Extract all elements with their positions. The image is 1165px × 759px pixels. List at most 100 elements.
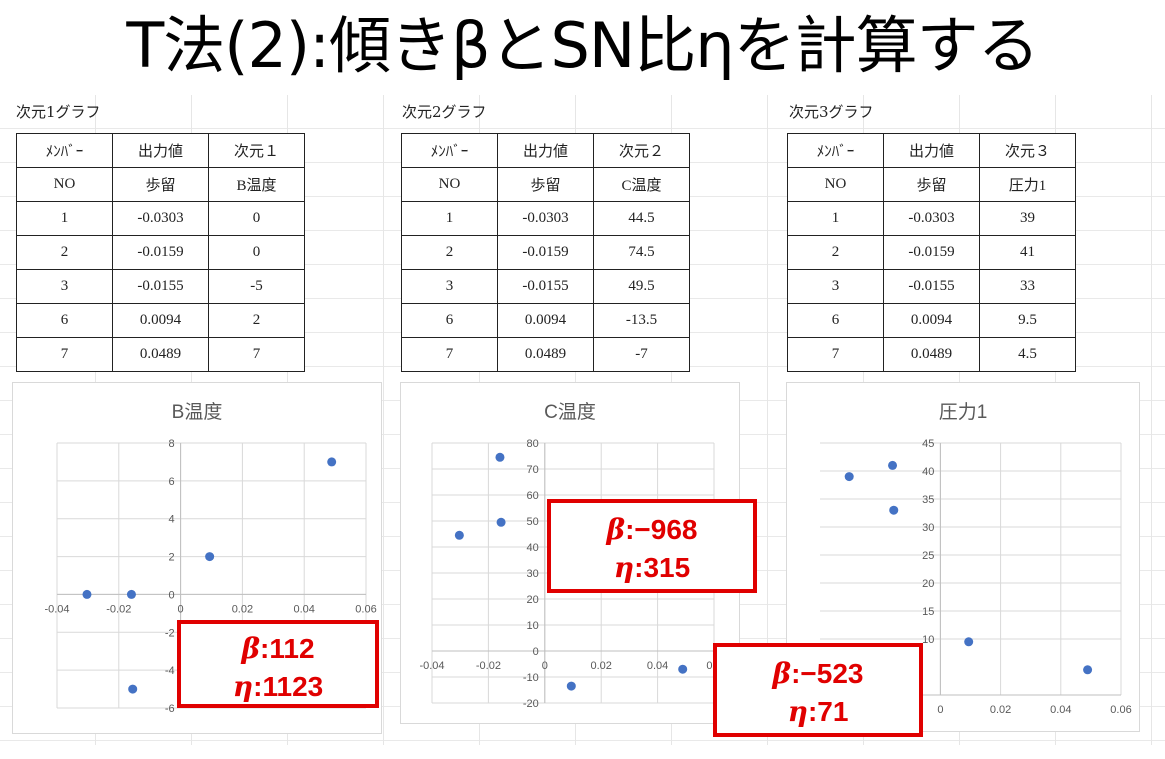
table-caption-dim3: 次元3グラフ	[789, 103, 874, 121]
table-cell[interactable]: 9.5	[979, 303, 1076, 338]
table-cell[interactable]: 出力値	[497, 133, 594, 168]
table-cell[interactable]: 74.5	[593, 235, 690, 270]
x-tick-label: 0.02	[590, 660, 611, 672]
table-row: 3 -0.0155 -5	[16, 269, 305, 304]
table-cell[interactable]: -0.0303	[883, 201, 980, 236]
table-cell[interactable]: 44.5	[593, 201, 690, 236]
table-cell[interactable]: 1	[401, 201, 498, 236]
y-tick-label: 15	[922, 606, 934, 618]
table-header-row: NO 歩留 B温度	[16, 167, 305, 202]
table-cell[interactable]: -0.0159	[112, 235, 209, 270]
table-cell[interactable]: 0.0489	[497, 337, 594, 372]
data-point	[678, 664, 688, 674]
table-cell[interactable]: -5	[208, 269, 305, 304]
table-cell[interactable]: -0.0155	[883, 269, 980, 304]
page-title: T法(2):傾きβとSN比ηを計算する	[126, 9, 1039, 82]
table-cell[interactable]: ﾒﾝﾊﾞｰ	[16, 133, 113, 168]
table-caption-dim1: 次元1グラフ	[16, 103, 101, 121]
table-cell[interactable]: 圧力1	[979, 167, 1076, 202]
table-cell[interactable]: -0.0155	[497, 269, 594, 304]
table-cell[interactable]: 0.0489	[883, 337, 980, 372]
table-cell[interactable]: 7	[208, 337, 305, 372]
table-cell[interactable]: 2	[787, 235, 884, 270]
table-cell[interactable]: 歩留	[497, 167, 594, 202]
table-cell[interactable]: 39	[979, 201, 1076, 236]
table-cell[interactable]: 0.0094	[883, 303, 980, 338]
table-cell[interactable]: 歩留	[883, 167, 980, 202]
table-cell[interactable]: -0.0303	[112, 201, 209, 236]
table-cell[interactable]: 0.0489	[112, 337, 209, 372]
table-cell[interactable]: 出力値	[112, 133, 209, 168]
table-cell[interactable]: 0	[208, 201, 305, 236]
table-cell[interactable]: -0.0159	[883, 235, 980, 270]
data-table-dim3: ﾒﾝﾊﾞｰ 出力値 次元３ NO 歩留 圧力1 1 -0.0303 39 2 -0.0…	[787, 133, 1076, 372]
table-row: 1 -0.0303 39	[787, 201, 1076, 236]
y-tick-label: 6	[168, 476, 174, 488]
table-cell[interactable]: 6	[787, 303, 884, 338]
table-cell[interactable]: C温度	[593, 167, 690, 202]
table-cell[interactable]: 33	[979, 269, 1076, 304]
beta-symbol: β	[772, 657, 792, 690]
table-row: 1 -0.0303 0	[16, 201, 305, 236]
y-tick-label: 10	[527, 620, 539, 632]
table-cell[interactable]: 次元２	[593, 133, 690, 168]
table-cell[interactable]: ﾒﾝﾊﾞｰ	[787, 133, 884, 168]
table-cell[interactable]: 0.0094	[497, 303, 594, 338]
table-cell[interactable]: -13.5	[593, 303, 690, 338]
table-cell[interactable]: 1	[16, 201, 113, 236]
table-cell[interactable]: B温度	[208, 167, 305, 202]
table-cell[interactable]: 7	[787, 337, 884, 372]
eta-value: :71	[807, 696, 849, 727]
table-row: 6 0.0094 -13.5	[401, 303, 690, 338]
data-point	[566, 681, 576, 691]
table-cell[interactable]: 4.5	[979, 337, 1076, 372]
table-cell[interactable]: -0.0303	[497, 201, 594, 236]
table-cell[interactable]: 2	[401, 235, 498, 270]
table-row: 3 -0.0155 33	[787, 269, 1076, 304]
table-cell[interactable]: 0.0094	[112, 303, 209, 338]
table-cell[interactable]: NO	[16, 167, 113, 202]
table-cell[interactable]: 3	[16, 269, 113, 304]
table-cell[interactable]: 41	[979, 235, 1076, 270]
table-cell[interactable]: 2	[208, 303, 305, 338]
table-cell[interactable]: 1	[787, 201, 884, 236]
table-cell[interactable]: NO	[401, 167, 498, 202]
y-tick-label: -20	[523, 698, 539, 710]
x-tick-label: -0.04	[44, 603, 69, 615]
beta-line: β:−523	[717, 655, 919, 693]
data-point	[128, 684, 138, 694]
table-cell[interactable]: 6	[401, 303, 498, 338]
table-cell[interactable]: 0	[208, 235, 305, 270]
table-cell[interactable]: ﾒﾝﾊﾞｰ	[401, 133, 498, 168]
table-cell[interactable]: 出力値	[883, 133, 980, 168]
table-cell[interactable]: 2	[16, 235, 113, 270]
table-cell[interactable]: -7	[593, 337, 690, 372]
table-cell[interactable]: 歩留	[112, 167, 209, 202]
data-point	[495, 452, 505, 462]
y-tick-label: 25	[922, 550, 934, 562]
data-point	[964, 637, 974, 647]
y-tick-label: 20	[922, 578, 934, 590]
table-cell[interactable]: NO	[787, 167, 884, 202]
y-tick-label: 35	[922, 494, 934, 506]
x-tick-label: 0	[542, 660, 548, 672]
table-cell[interactable]: 7	[401, 337, 498, 372]
x-tick-label: 0.02	[990, 704, 1011, 716]
y-tick-label: 0	[168, 589, 174, 601]
table-cell[interactable]: 次元３	[979, 133, 1076, 168]
table-cell[interactable]: 3	[401, 269, 498, 304]
table-cell[interactable]: 3	[787, 269, 884, 304]
beta-value: :112	[260, 633, 315, 664]
table-header-row: NO 歩留 C温度	[401, 167, 690, 202]
x-tick-label: 0.06	[1110, 704, 1131, 716]
table-cell[interactable]: -0.0159	[497, 235, 594, 270]
table-header-row: ﾒﾝﾊﾞｰ 出力値 次元１	[16, 133, 305, 168]
y-tick-label: -4	[165, 665, 175, 677]
result-box-dim3: β:−523 η:71	[713, 643, 923, 737]
table-row: 7 0.0489 -7	[401, 337, 690, 372]
table-cell[interactable]: 6	[16, 303, 113, 338]
table-cell[interactable]: 次元１	[208, 133, 305, 168]
table-cell[interactable]: 49.5	[593, 269, 690, 304]
table-cell[interactable]: -0.0155	[112, 269, 209, 304]
table-cell[interactable]: 7	[16, 337, 113, 372]
